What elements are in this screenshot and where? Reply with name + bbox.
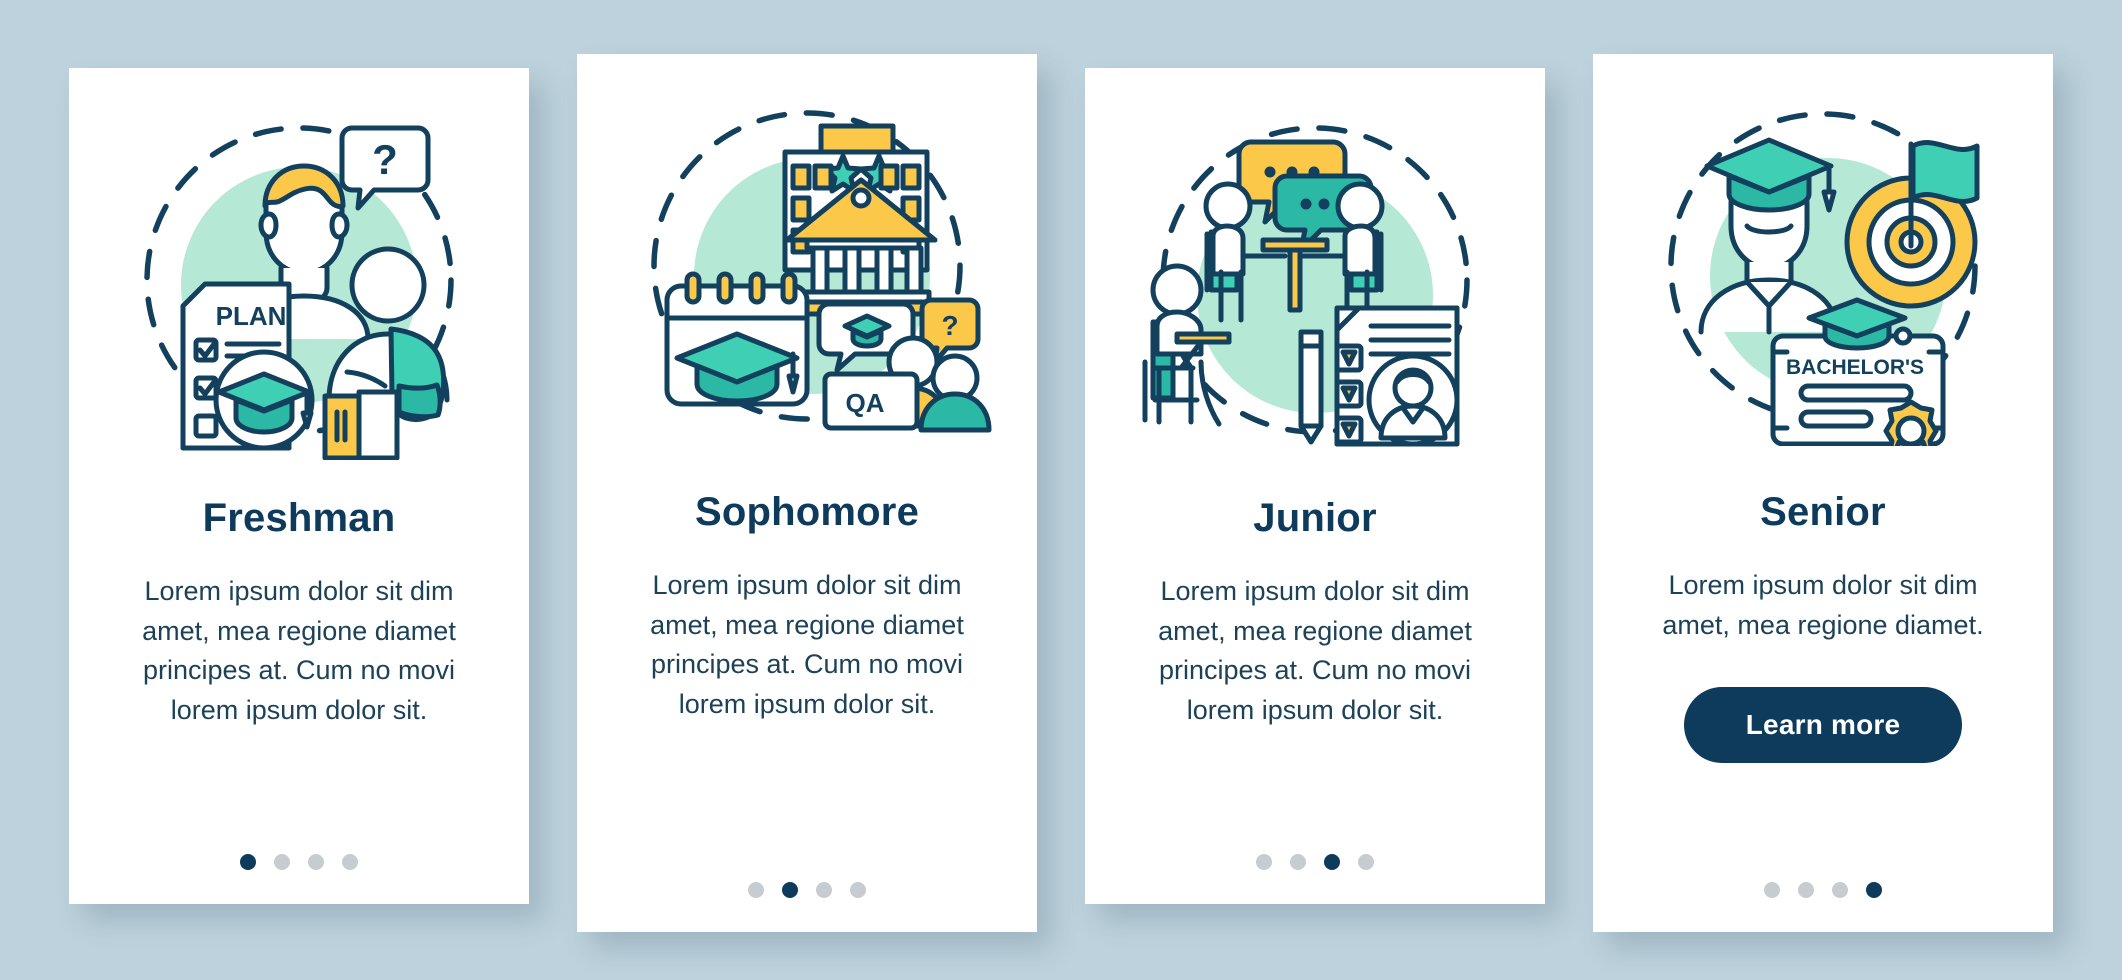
svg-text:?: ? bbox=[941, 310, 958, 341]
pagination-dots[interactable] bbox=[240, 814, 358, 870]
onboarding-card-freshman[interactable]: ? PLAN Freshman Lorem ipsum dolor sit di… bbox=[69, 68, 529, 904]
pagination-dots[interactable] bbox=[1256, 814, 1374, 870]
pagination-dot-3[interactable] bbox=[308, 854, 324, 870]
pagination-dots[interactable] bbox=[1764, 842, 1882, 898]
card-body-text: Lorem ipsum dolor sit dim amet, mea regi… bbox=[1158, 576, 1472, 726]
onboarding-screens-stage: ? PLAN Freshman Lorem ipsum dolor sit di… bbox=[0, 0, 2122, 980]
card-title: Freshman bbox=[202, 496, 396, 540]
pagination-dot-4[interactable] bbox=[342, 854, 358, 870]
pagination-dot-2[interactable] bbox=[1290, 854, 1306, 870]
svg-text:PLAN: PLAN bbox=[216, 301, 287, 331]
card-title: Senior bbox=[1760, 490, 1886, 534]
junior-illustration bbox=[1115, 100, 1515, 460]
senior-illustration: BACHELOR'S bbox=[1623, 86, 2023, 446]
sophomore-illustration: ? QA bbox=[607, 86, 1007, 446]
pagination-dot-4[interactable] bbox=[1866, 882, 1882, 898]
pagination-dot-4[interactable] bbox=[850, 882, 866, 898]
svg-text:QA: QA bbox=[846, 388, 885, 418]
pagination-dot-2[interactable] bbox=[1798, 882, 1814, 898]
pagination-dot-1[interactable] bbox=[748, 882, 764, 898]
card-body-text: Lorem ipsum dolor sit dim amet, mea regi… bbox=[1662, 570, 1984, 640]
card-body-text: Lorem ipsum dolor sit dim amet, mea regi… bbox=[142, 576, 456, 726]
learn-more-button[interactable]: Learn more bbox=[1683, 687, 1963, 764]
onboarding-card-sophomore[interactable]: ? QA Sophomore Lorem ipsum dolor sit dim… bbox=[577, 54, 1037, 932]
pagination-dot-3[interactable] bbox=[816, 882, 832, 898]
freshman-illustration: ? PLAN bbox=[99, 100, 499, 460]
pagination-dot-1[interactable] bbox=[1256, 854, 1272, 870]
pagination-dot-1[interactable] bbox=[240, 854, 256, 870]
svg-text:BACHELOR'S: BACHELOR'S bbox=[1786, 356, 1924, 379]
pagination-dot-4[interactable] bbox=[1358, 854, 1374, 870]
pagination-dots[interactable] bbox=[748, 842, 866, 898]
pagination-dot-3[interactable] bbox=[1324, 854, 1340, 870]
card-title: Sophomore bbox=[694, 490, 920, 534]
card-title: Junior bbox=[1253, 496, 1377, 540]
pagination-dot-2[interactable] bbox=[782, 882, 798, 898]
svg-text:?: ? bbox=[372, 136, 398, 183]
card-body-text: Lorem ipsum dolor sit dim amet, mea regi… bbox=[650, 570, 964, 720]
pagination-dot-3[interactable] bbox=[1832, 882, 1848, 898]
card-row: ? PLAN Freshman Lorem ipsum dolor sit di… bbox=[0, 0, 2122, 980]
onboarding-card-junior[interactable]: Junior Lorem ipsum dolor sit dim amet, m… bbox=[1085, 68, 1545, 904]
onboarding-card-senior[interactable]: BACHELOR'S Senior Lorem ipsum dolor sit … bbox=[1593, 54, 2053, 932]
pagination-dot-2[interactable] bbox=[274, 854, 290, 870]
pagination-dot-1[interactable] bbox=[1764, 882, 1780, 898]
